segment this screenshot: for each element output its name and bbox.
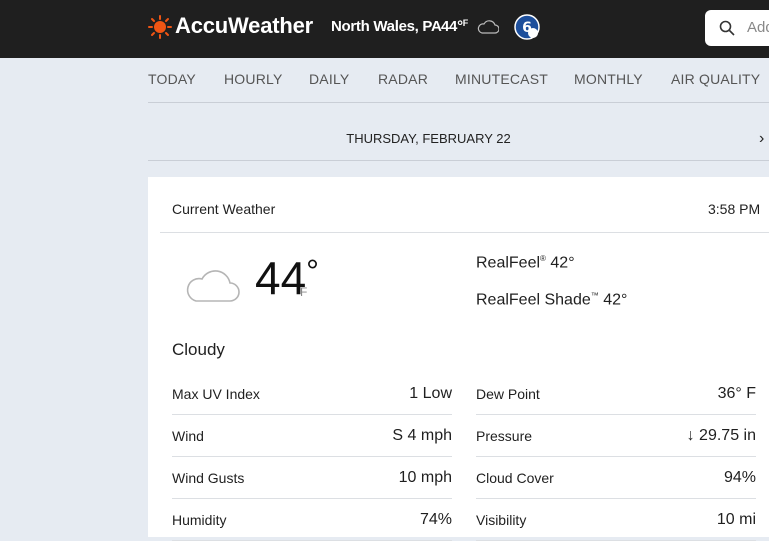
card-title: Current Weather — [172, 201, 276, 217]
location-name[interactable]: North Wales, PA — [331, 18, 442, 35]
detail-row: Visibility 10 mi — [476, 498, 756, 541]
realfeel-shade: RealFeel Shade™ 42° — [476, 291, 628, 309]
header-temperature[interactable]: 44°F — [441, 18, 468, 35]
weather-phrase: Cloudy — [172, 340, 225, 359]
detail-label: Cloud Cover — [476, 470, 554, 486]
detail-label: Wind — [172, 428, 204, 444]
detail-row: Max UV Index 1 Low — [172, 372, 452, 415]
detail-row: Cloud Cover 94% — [476, 456, 756, 499]
brand-name[interactable]: AccuWeather — [175, 13, 313, 39]
search-input[interactable]: Add — [705, 10, 769, 46]
detail-label: Wind Gusts — [172, 470, 245, 486]
abc6-logo-icon[interactable]: 6 — [514, 14, 540, 40]
detail-value: 1 Low — [409, 385, 452, 402]
detail-label: Max UV Index — [172, 386, 260, 402]
detail-label: Humidity — [172, 512, 227, 528]
tab-today[interactable]: TODAY — [148, 71, 196, 87]
detail-label: Visibility — [476, 512, 527, 528]
detail-row: Wind Gusts 10 mph — [172, 456, 452, 499]
detail-value: 10 mph — [398, 469, 452, 486]
date-label: THURSDAY, FEBRUARY 22 — [346, 131, 511, 146]
detail-label: Pressure — [476, 428, 533, 444]
detail-value: S 4 mph — [392, 427, 452, 444]
search-placeholder: Add — [747, 19, 769, 36]
tab-radar[interactable]: RADAR — [378, 71, 428, 87]
tab-minutecast[interactable]: MINUTECAST — [455, 71, 548, 87]
date-navigator: THURSDAY, FEBRUARY 22 › — [148, 102, 769, 161]
detail-value: 94% — [723, 469, 756, 486]
current-temperature: 44° — [255, 252, 319, 304]
detail-label: Dew Point — [476, 386, 540, 402]
cloud-icon — [477, 20, 499, 34]
chevron-right-icon[interactable]: › — [759, 130, 764, 148]
tab-air-quality[interactable]: AIR QUALITY — [671, 71, 760, 87]
card-header: Current Weather 3:58 PM — [160, 177, 769, 233]
realfeel: RealFeel® 42° — [476, 254, 575, 272]
cloud-icon — [186, 270, 240, 302]
tab-monthly[interactable]: MONTHLY — [574, 71, 643, 87]
tab-daily[interactable]: DAILY — [309, 71, 349, 87]
detail-value: ↓ 29.75 in — [686, 427, 756, 444]
detail-row: Humidity 74% — [172, 498, 452, 541]
detail-row: Dew Point 36° F — [476, 372, 756, 415]
temperature-unit: F — [300, 285, 308, 299]
forecast-nav: TODAY HOURLY DAILY RADAR MINUTECAST MONT… — [148, 58, 769, 103]
sun-logo-icon[interactable] — [148, 15, 172, 39]
detail-value: 10 mi — [716, 511, 756, 528]
observation-time: 3:58 PM — [708, 201, 761, 217]
tab-hourly[interactable]: HOURLY — [224, 71, 283, 87]
search-icon — [719, 20, 735, 36]
detail-row: Wind S 4 mph — [172, 414, 452, 457]
detail-row: Pressure ↓ 29.75 in — [476, 414, 756, 457]
current-weather-card: Current Weather 3:58 PM 44° F RealFeel® … — [148, 177, 769, 541]
detail-value: 36° F — [717, 385, 756, 402]
top-bar: AccuWeather North Wales, PA 44°F 6 Add — [0, 0, 769, 58]
detail-value: 74% — [419, 511, 452, 528]
